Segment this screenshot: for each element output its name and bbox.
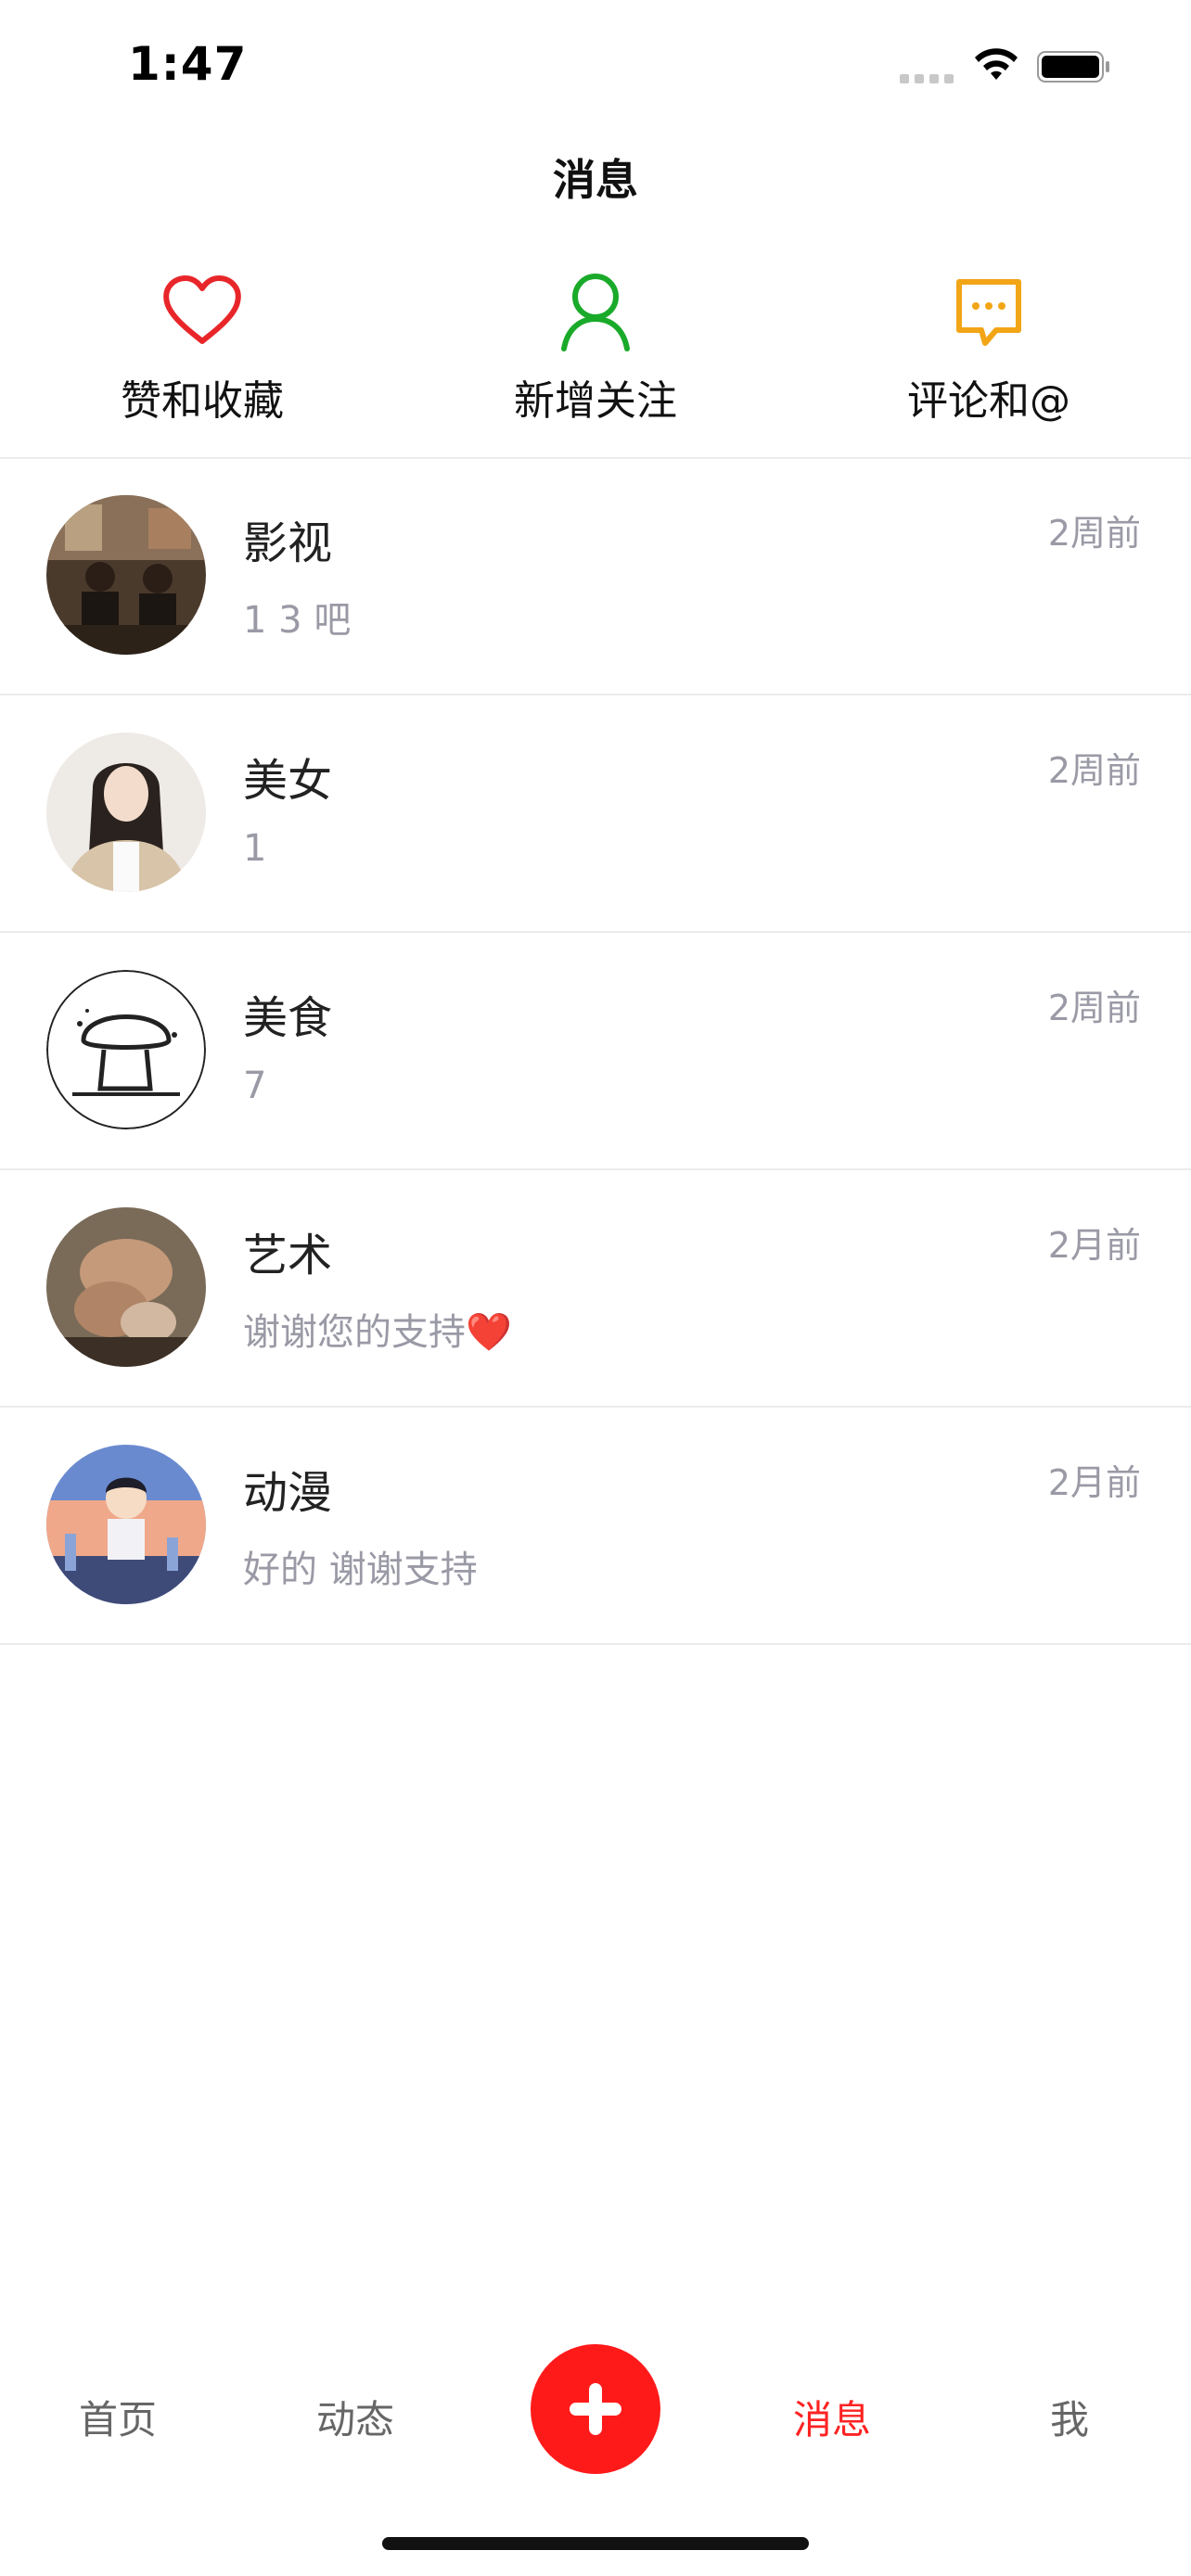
status-time: 1:47 [128,37,248,91]
status-bar: 1:47 [0,0,1191,130]
battery-icon [1037,51,1109,83]
message-preview: 谢谢您的支持❤️ [243,1311,512,1354]
tab-home[interactable]: 首页 [25,2389,211,2445]
wifi-icon [975,48,1018,80]
message-title: 影视 [243,517,333,569]
message-preview: 7 [243,1065,267,1107]
heart-icon [163,275,241,344]
likes-and-favorites-button[interactable]: 赞和收藏 [63,267,341,427]
page-title: 消息 [553,155,638,205]
message-item-movies[interactable]: 影视 1 3 吧 2周前 [0,458,1191,695]
add-post-button[interactable] [531,2344,660,2474]
message-title: 艺术 [243,1230,333,1282]
mushroom-avatar[interactable] [46,970,206,1129]
message-item-food[interactable]: 美食 7 2周前 [0,933,1191,1170]
message-title: 动漫 [243,1467,333,1519]
message-item-beauty[interactable]: 美女 1 2周前 [0,695,1191,933]
art-avatar[interactable] [46,1207,206,1367]
message-preview: 1 3 吧 [243,599,352,642]
message-preview: 好的 谢谢支持 [243,1549,478,1591]
tab-bar: 首页 动态 消息 我 [0,2337,1191,2485]
comment-icon [956,279,1021,346]
message-item-anime[interactable]: 动漫 好的 谢谢支持 2月前 [0,1408,1191,1645]
tab-feed[interactable]: 动态 [263,2389,448,2445]
tab-me[interactable]: 我 [977,2389,1162,2445]
plus-icon [570,2383,621,2435]
new-followers-label: 新增关注 [514,377,677,425]
message-preview: 1 [243,827,267,870]
message-time: 2月前 [1047,1462,1141,1503]
cellular-signal-icon [900,74,954,83]
home-indicator [382,2537,809,2550]
movie-avatar[interactable] [46,495,206,655]
anime-avatar[interactable] [46,1445,206,1604]
message-time: 2周前 [1047,750,1141,791]
comments-and-mentions-button[interactable]: 评论和@ [850,267,1128,427]
message-time: 2周前 [1047,988,1141,1028]
message-title: 美食 [243,992,333,1044]
tab-messages[interactable]: 消息 [739,2389,925,2445]
message-time: 2周前 [1047,513,1141,554]
message-title: 美女 [243,755,333,807]
message-time: 2月前 [1047,1225,1141,1266]
comments-and-mentions-label: 评论和@ [907,377,1070,425]
category-row: 赞和收藏 新增关注 评论和@ [0,267,1191,457]
new-followers-button[interactable]: 新增关注 [456,267,735,427]
message-item-art[interactable]: 艺术 谢谢您的支持❤️ 2月前 [0,1170,1191,1408]
message-list: 影视 1 3 吧 2周前 美女 1 2周前 美食 7 2周前 艺术 谢谢您的支持… [0,458,1191,1645]
woman-avatar[interactable] [46,733,206,892]
person-icon [561,274,630,351]
likes-and-favorites-label: 赞和收藏 [121,377,284,425]
